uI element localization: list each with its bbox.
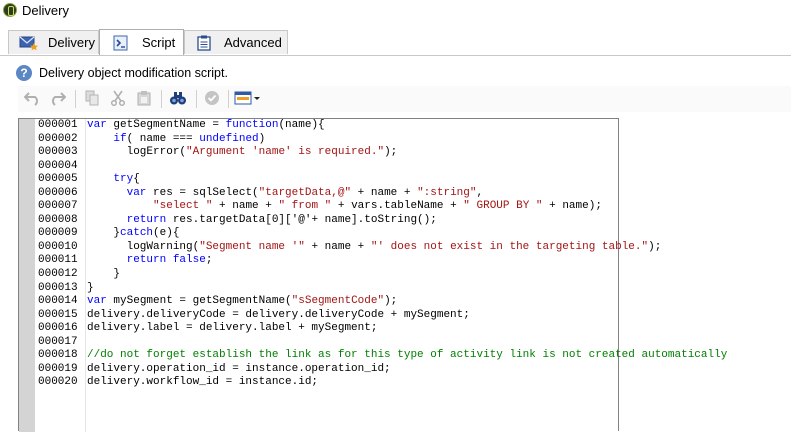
line-number: 000003 bbox=[38, 146, 78, 159]
line-number: 000017 bbox=[38, 335, 78, 348]
line-number: 000001 bbox=[38, 119, 78, 131]
undo-button[interactable] bbox=[24, 86, 42, 110]
title-bar: Delivery bbox=[0, 0, 791, 22]
code-line[interactable]: return false; bbox=[87, 254, 787, 268]
line-number: 000007 bbox=[38, 200, 78, 213]
line-number: 000015 bbox=[38, 308, 78, 321]
code-line[interactable]: return res.targetData[0]['@'+ name].toSt… bbox=[87, 214, 787, 228]
insert-field-icon bbox=[234, 91, 260, 105]
code-line[interactable]: logWarning("Segment name '" + name + "' … bbox=[87, 241, 787, 255]
cut-button[interactable] bbox=[110, 86, 126, 110]
code-line[interactable] bbox=[87, 336, 787, 350]
binoculars-icon bbox=[170, 92, 186, 105]
line-number-column: 000001 000002 000003 000004 000005 000006 0000… bbox=[37, 119, 85, 390]
copy-icon bbox=[85, 90, 99, 106]
line-number: 000011 bbox=[38, 254, 78, 267]
line-number: 000006 bbox=[38, 186, 78, 199]
envelope-star-icon bbox=[19, 36, 38, 51]
code-line[interactable]: if( name === undefined) bbox=[87, 133, 787, 147]
info-text: Delivery object modification script. bbox=[39, 66, 228, 80]
code-line[interactable]: logError("Argument 'name' is required.")… bbox=[87, 146, 787, 160]
line-number: 000020 bbox=[38, 376, 78, 389]
code-line[interactable]: delivery.operation_id = instance.operati… bbox=[87, 363, 787, 377]
line-number: 000012 bbox=[38, 268, 78, 281]
code-line[interactable]: var res = sqlSelect("targetData,@" + nam… bbox=[87, 187, 787, 201]
code-line[interactable]: }catch(e){ bbox=[87, 227, 787, 241]
editor-margin bbox=[19, 119, 35, 432]
line-number: 000016 bbox=[38, 322, 78, 335]
script-icon bbox=[113, 35, 128, 51]
paste-icon bbox=[137, 91, 151, 106]
line-number: 000004 bbox=[38, 159, 78, 172]
code-line[interactable]: var getSegmentName = function(name){ bbox=[87, 119, 787, 133]
tab-script-label: Script bbox=[142, 35, 176, 50]
toolbar-separator bbox=[75, 90, 76, 108]
code-line[interactable] bbox=[87, 160, 787, 174]
line-number: 000013 bbox=[38, 281, 78, 294]
code-line[interactable]: delivery.label = delivery.label + mySegm… bbox=[87, 322, 787, 336]
line-number: 000014 bbox=[38, 295, 78, 308]
app-leaf-icon bbox=[3, 3, 17, 17]
paste-button[interactable] bbox=[136, 86, 152, 110]
code-line[interactable]: "select " + name + " from " + vars.table… bbox=[87, 200, 787, 214]
toolbar bbox=[18, 86, 791, 112]
toolbar-separator bbox=[196, 90, 197, 108]
code-line[interactable]: var mySegment = getSegmentName("sSegment… bbox=[87, 295, 787, 309]
toolbar-separator bbox=[228, 90, 229, 108]
check-circle-icon bbox=[205, 91, 219, 105]
code-line[interactable]: } bbox=[87, 282, 787, 296]
tab-delivery[interactable]: Delivery bbox=[8, 30, 99, 54]
line-number: 000018 bbox=[38, 349, 78, 362]
code-line[interactable]: } bbox=[87, 268, 787, 282]
line-number: 000008 bbox=[38, 213, 78, 226]
redo-icon bbox=[52, 92, 66, 106]
code-line[interactable]: try{ bbox=[87, 173, 787, 187]
line-number: 000010 bbox=[38, 240, 78, 253]
clipboard-icon bbox=[197, 35, 211, 51]
line-number: 000009 bbox=[38, 227, 78, 240]
line-number: 000005 bbox=[38, 173, 78, 186]
code-lines[interactable]: var getSegmentName = function(name){ if(… bbox=[87, 119, 787, 390]
tab-script[interactable]: Script bbox=[99, 29, 184, 55]
redo-button[interactable] bbox=[48, 86, 66, 110]
tab-advanced[interactable]: Advanced bbox=[184, 30, 288, 54]
tab-bar: Delivery Script Advanced bbox=[0, 29, 791, 56]
insert-field-dropdown[interactable] bbox=[234, 86, 262, 110]
code-line[interactable]: delivery.deliveryCode = delivery.deliver… bbox=[87, 309, 787, 323]
code-line[interactable]: delivery.workflow_id = instance.id; bbox=[87, 376, 787, 390]
undo-icon bbox=[24, 92, 38, 106]
help-icon: ? bbox=[16, 65, 32, 81]
line-number: 000019 bbox=[38, 362, 78, 375]
check-syntax-button[interactable] bbox=[204, 86, 220, 110]
cut-icon bbox=[110, 90, 126, 106]
window-title: Delivery bbox=[22, 3, 69, 18]
copy-button[interactable] bbox=[84, 86, 100, 110]
tab-delivery-label: Delivery bbox=[48, 35, 95, 50]
find-button[interactable] bbox=[169, 86, 187, 110]
script-editor[interactable]: 000001 000002 000003 000004 000005 000006 0000… bbox=[18, 118, 727, 432]
tab-advanced-label: Advanced bbox=[224, 35, 282, 50]
toolbar-separator bbox=[161, 90, 162, 108]
line-number: 000002 bbox=[38, 132, 78, 145]
code-line[interactable]: //do not forget establish the link as fo… bbox=[87, 349, 787, 363]
